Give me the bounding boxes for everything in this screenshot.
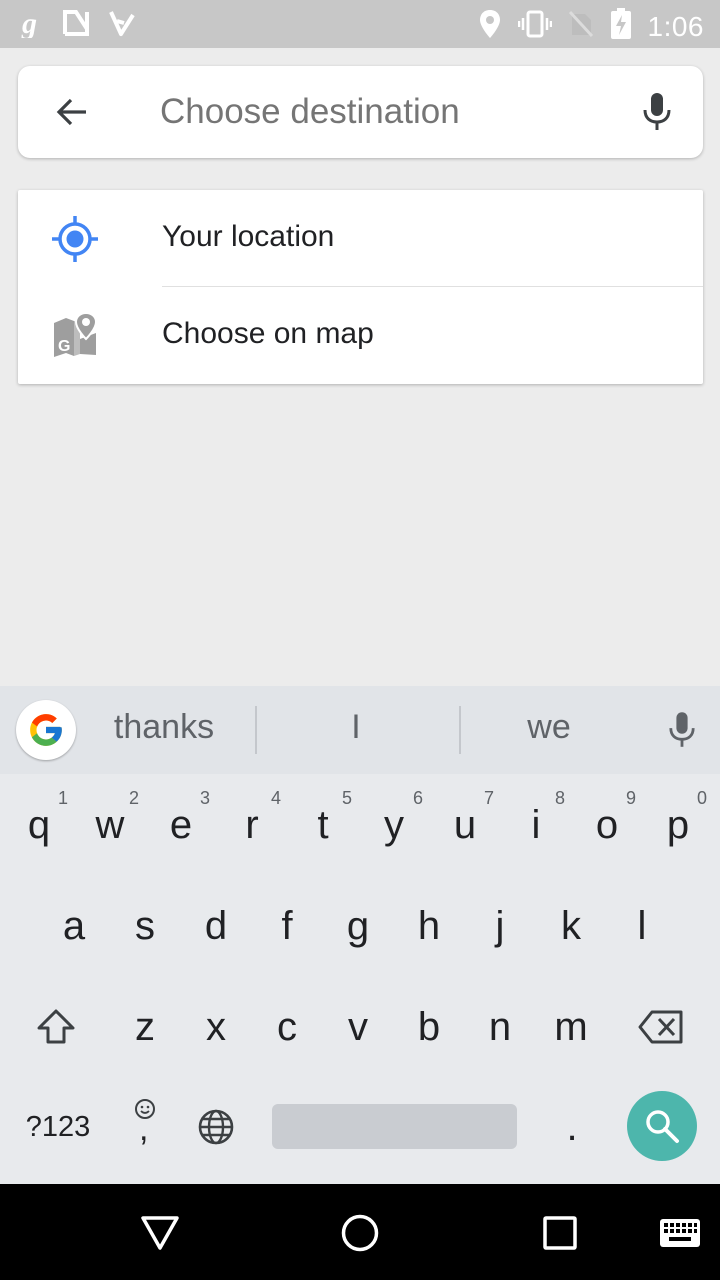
- destination-search-input[interactable]: [160, 86, 610, 138]
- voice-search-button[interactable]: [633, 88, 681, 136]
- google-search-button[interactable]: [16, 700, 76, 760]
- shift-key[interactable]: [21, 982, 91, 1072]
- key-y[interactable]: y6: [359, 780, 429, 870]
- your-location-option[interactable]: Your location: [18, 190, 703, 287]
- period-key[interactable]: .: [537, 1082, 607, 1172]
- backspace-icon: [638, 1010, 683, 1044]
- keyboard-icon: [660, 1219, 700, 1247]
- globe-icon: [198, 1109, 234, 1145]
- nav-home-button[interactable]: [335, 1208, 385, 1258]
- key-x[interactable]: x: [181, 982, 251, 1072]
- suggestion-1[interactable]: thanks: [104, 708, 224, 747]
- key-n[interactable]: n: [465, 982, 535, 1072]
- key-g[interactable]: g: [323, 881, 393, 971]
- spacebar[interactable]: [272, 1104, 517, 1149]
- key-s[interactable]: s: [110, 881, 180, 971]
- key-z[interactable]: z: [110, 982, 180, 1072]
- key-i[interactable]: i8: [501, 780, 571, 870]
- key-a[interactable]: a: [39, 881, 109, 971]
- keyboard-search-key[interactable]: [627, 1091, 697, 1161]
- vibrate-icon: [517, 10, 552, 43]
- suggestion-2[interactable]: I: [316, 708, 396, 747]
- back-button[interactable]: [48, 88, 96, 136]
- key-d[interactable]: d: [181, 881, 251, 971]
- suggestion-3[interactable]: we: [509, 708, 589, 747]
- destination-options-card: Your location G Choose on map: [18, 190, 703, 384]
- circle-home-icon: [341, 1214, 379, 1252]
- shift-icon: [37, 1009, 75, 1044]
- search-icon: [646, 1110, 679, 1143]
- nav-back-button[interactable]: [135, 1208, 185, 1258]
- key-q[interactable]: q1: [4, 780, 74, 870]
- suggestion-bar: thanks I we: [0, 686, 720, 774]
- square-recents-icon: [543, 1216, 577, 1250]
- arrow-back-icon: [56, 98, 86, 126]
- my-location-icon: [50, 214, 100, 264]
- key-t[interactable]: t5: [288, 780, 358, 870]
- backspace-key[interactable]: [626, 982, 696, 1072]
- choose-on-map-option[interactable]: G Choose on map: [18, 287, 703, 384]
- language-key[interactable]: [181, 1082, 251, 1172]
- key-c[interactable]: c: [252, 982, 322, 1072]
- no-sim-icon: [568, 10, 594, 43]
- soft-keyboard: thanks I we q1 w2 e3 r4 t5 y6 u7 i8 o9 p…: [0, 686, 720, 1184]
- key-j[interactable]: j: [465, 881, 535, 971]
- key-w[interactable]: w2: [75, 780, 145, 870]
- n-icon: [62, 9, 90, 42]
- key-h[interactable]: h: [394, 881, 464, 971]
- key-u[interactable]: u7: [430, 780, 500, 870]
- suggestion-divider: [255, 706, 257, 754]
- key-b[interactable]: b: [394, 982, 464, 1072]
- g-icon: g: [20, 7, 44, 43]
- key-r[interactable]: r4: [217, 780, 287, 870]
- your-location-label: Your location: [162, 220, 335, 253]
- keyboard-switch-button[interactable]: [655, 1208, 705, 1258]
- emoji-comma-key[interactable]: ,: [110, 1082, 180, 1172]
- search-card: [18, 66, 703, 158]
- keyboard-voice-button[interactable]: [660, 708, 704, 752]
- key-v[interactable]: v: [323, 982, 393, 1072]
- map-pin-icon: G: [50, 311, 100, 361]
- choose-on-map-label: Choose on map: [162, 317, 374, 350]
- comma-label: ,: [139, 1110, 149, 1148]
- key-m[interactable]: m: [536, 982, 606, 1072]
- location-icon: [478, 9, 502, 44]
- key-p[interactable]: p0: [643, 780, 713, 870]
- suggestion-divider: [459, 706, 461, 754]
- status-left-icons: g: [20, 7, 136, 43]
- key-k[interactable]: k: [536, 881, 606, 971]
- svg-text:g: g: [21, 8, 37, 38]
- mic-icon: [669, 712, 695, 747]
- status-time: 1:06: [647, 10, 704, 42]
- check-icon: [108, 9, 136, 42]
- triangle-back-icon: [141, 1216, 179, 1250]
- key-o[interactable]: o9: [572, 780, 642, 870]
- key-e[interactable]: e3: [146, 780, 216, 870]
- navigation-bar: [0, 1184, 720, 1280]
- symbols-key[interactable]: ?123: [16, 1082, 100, 1172]
- google-g-icon: [30, 714, 62, 746]
- key-l[interactable]: l: [607, 881, 677, 971]
- svg-text:G: G: [58, 338, 70, 355]
- status-bar: g 1:06: [0, 0, 720, 48]
- status-right-icons: 1:06: [478, 8, 705, 45]
- key-f[interactable]: f: [252, 881, 322, 971]
- battery-charging-icon: [610, 8, 632, 45]
- mic-icon: [643, 93, 671, 130]
- nav-recents-button[interactable]: [535, 1208, 585, 1258]
